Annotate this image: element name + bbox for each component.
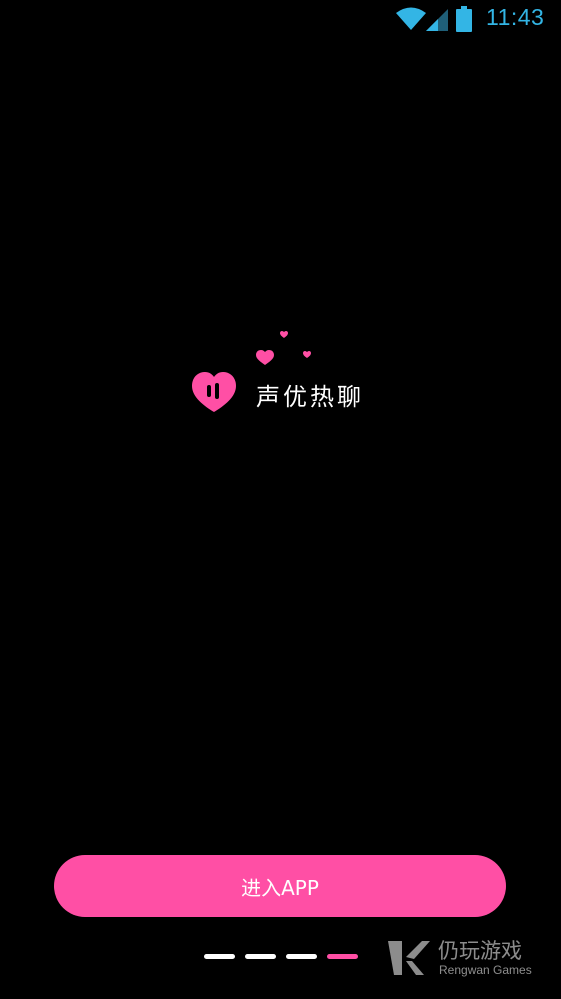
battery-icon [456, 6, 472, 32]
page-dot-4-active[interactable] [327, 954, 358, 959]
status-bar: 11:43 [0, 0, 561, 40]
watermark-text-en: Rengwan Games [439, 963, 532, 977]
app-logo: 声优热聊 [185, 325, 385, 420]
page-dot-2[interactable] [245, 954, 276, 959]
watermark-text-cn: 仍玩游戏 [438, 939, 522, 963]
watermark: 仍玩游戏 Rengwan Games [386, 935, 546, 983]
app-name: 声优热聊 [256, 383, 364, 411]
watermark-logo-icon [388, 941, 430, 975]
page-dot-1[interactable] [204, 954, 235, 959]
page-dot-3[interactable] [286, 954, 317, 959]
status-time: 11:43 [486, 4, 545, 30]
page-indicator [204, 954, 368, 960]
wifi-icon [396, 7, 426, 30]
enter-app-button[interactable]: 进入APP [54, 855, 506, 917]
signal-icon [426, 9, 448, 31]
